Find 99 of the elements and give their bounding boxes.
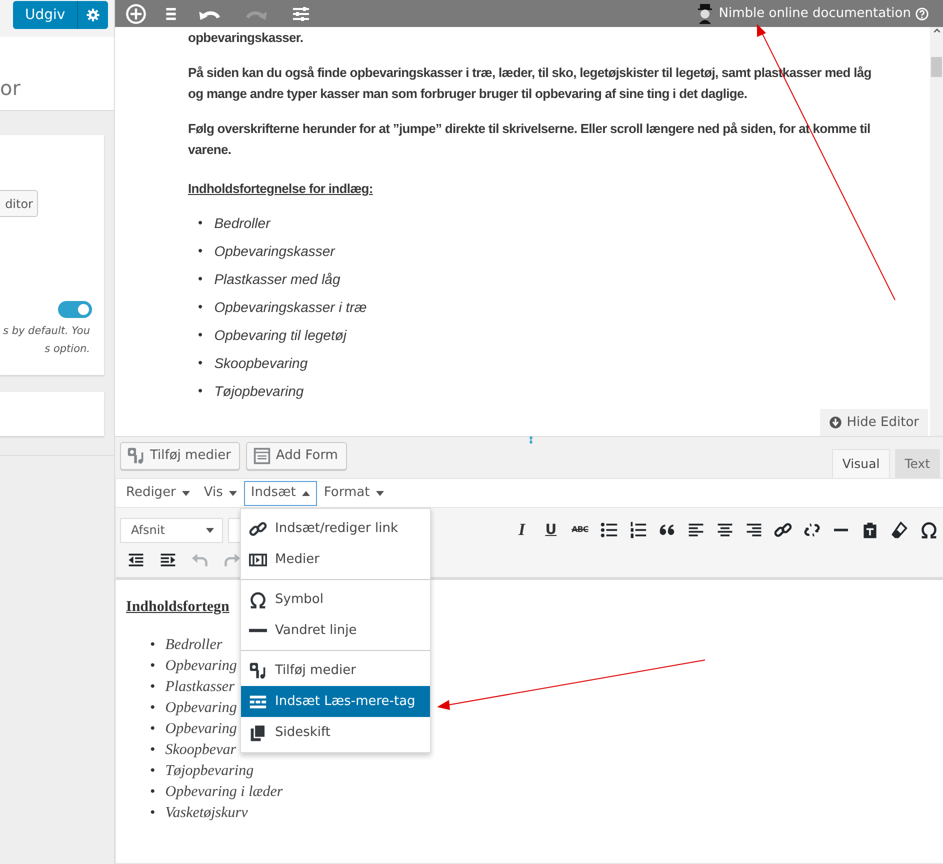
link[interactable]: Opbevaring til legetøj — [214, 321, 346, 349]
bullet: • — [150, 656, 156, 676]
list-icon[interactable] — [163, 6, 179, 22]
menu-item[interactable]: Sideskift — [241, 717, 430, 748]
link[interactable]: Tøjopbevaring — [214, 377, 304, 405]
align-left-icon — [687, 521, 706, 539]
settings-button[interactable] — [78, 1, 108, 29]
media-button[interactable]: Add Form — [246, 442, 347, 470]
link[interactable]: Plastkasser — [165, 676, 234, 698]
link[interactable]: Opbevaring — [165, 656, 237, 676]
indent-icon — [159, 551, 177, 569]
caret-icon — [182, 490, 190, 496]
bullet: • — [198, 270, 202, 288]
link[interactable]: Opbevaring — [165, 718, 237, 740]
menu-item[interactable]: Medier — [241, 544, 430, 575]
redo-icon — [223, 551, 241, 569]
bullet: • — [150, 678, 156, 696]
underline-button[interactable]: U — [536, 515, 566, 545]
clipboard-icon — [861, 521, 880, 539]
pages-icon — [249, 724, 267, 742]
scrollbar[interactable] — [930, 27, 943, 436]
hide-editor-button[interactable]: Hide Editor — [820, 409, 928, 436]
bullet: • — [198, 354, 202, 372]
paragraph: Følg overskrifterne herunder for at ”jumpe” direkte til skrivelserne. Eller scroll længere ned på siden, for at komme til varene. — [188, 120, 872, 159]
italic-button[interactable]: I — [507, 515, 536, 545]
bullet: • — [150, 740, 156, 760]
format-select[interactable]: Afsnit — [120, 518, 223, 542]
media-icon — [249, 662, 267, 680]
select-value: Afsnit — [131, 522, 165, 539]
scroll-thumb[interactable] — [931, 57, 942, 77]
editor-tab[interactable]: Text — [894, 449, 940, 478]
link[interactable]: Bedroller — [214, 209, 270, 237]
menu-item[interactable]: Vandret linje — [241, 615, 430, 646]
link[interactable]: Opbevaringskasser — [214, 237, 335, 265]
menu-button[interactable]: Indsæt — [244, 480, 317, 506]
section-heading: Indholdsfortegnelse for indlæg: — [188, 180, 374, 198]
link-icon — [249, 520, 267, 538]
link-icon — [774, 521, 792, 539]
eraser-icon — [890, 521, 908, 539]
section-heading: Indholdsfortegn — [126, 598, 230, 617]
form-icon — [252, 447, 271, 465]
link[interactable]: Opbevaringskasser i træ — [214, 293, 367, 321]
link[interactable]: Skoopbevaring — [214, 349, 308, 377]
bullet: • — [198, 382, 202, 400]
menu-item[interactable]: Symbol — [241, 584, 430, 615]
publish-button[interactable]: Udgiv — [13, 1, 78, 29]
caret-icon — [228, 490, 237, 496]
menu-button[interactable]: Vis — [196, 480, 244, 506]
panel-title: or — [0, 76, 20, 100]
caret-icon — [302, 490, 310, 496]
bullet: • — [150, 720, 156, 738]
bullet-list-icon — [600, 521, 618, 539]
bullet: • — [198, 242, 202, 260]
media-icon — [127, 447, 145, 465]
link[interactable]: Opbevaring — [165, 698, 237, 718]
link[interactable]: Skoopbevar — [165, 740, 236, 760]
omega-icon — [249, 590, 267, 608]
numbered-list-icon — [629, 521, 648, 539]
omega-icon — [920, 521, 938, 539]
bullet: • — [198, 326, 202, 344]
media-button[interactable]: Tilføj medier — [120, 442, 240, 470]
link[interactable]: Plastkasser med låg — [214, 265, 340, 293]
menu-button[interactable]: Format — [316, 480, 391, 506]
bullet: • — [150, 636, 156, 654]
toggle-switch[interactable] — [58, 301, 92, 318]
menu-item[interactable]: Tilføj medier — [241, 655, 430, 686]
editor-button[interactable]: ditor — [0, 190, 38, 217]
bullet: • — [150, 782, 156, 802]
menu-button[interactable]: Rediger — [119, 480, 197, 506]
help-icon[interactable] — [915, 6, 929, 20]
arrow-down-circle-icon — [828, 416, 842, 429]
bullet: • — [150, 804, 156, 822]
bullet: • — [150, 762, 156, 780]
settings-icon — [86, 8, 100, 22]
align-center-icon — [716, 521, 734, 539]
scroll-up-icon[interactable] — [932, 27, 940, 35]
bullet: • — [198, 214, 202, 232]
link[interactable]: Tøjopbevaring — [165, 760, 254, 782]
strike-button[interactable]: ABC — [565, 515, 594, 545]
unlink-icon — [803, 521, 822, 539]
help-link[interactable]: Nimble online documentation — [718, 4, 911, 24]
caret-icon — [206, 528, 214, 532]
bullet: • — [198, 298, 202, 316]
align-right-icon — [745, 521, 764, 539]
read-more-icon — [249, 692, 267, 710]
editor-tab[interactable]: Visual — [832, 449, 890, 478]
bullet: • — [150, 698, 156, 718]
film-icon — [249, 550, 267, 568]
undo-icon — [191, 551, 209, 569]
menu-item[interactable]: Indsæt/rediger link — [241, 513, 430, 544]
add-icon[interactable] — [125, 2, 147, 24]
paragraph: opbevaringskasser. — [188, 29, 304, 47]
link[interactable]: Opbevaring i læder — [165, 782, 283, 802]
menu-item[interactable]: Indsæt Læs-mere-tag — [241, 686, 430, 717]
help-text: s by default. You s option. — [2, 324, 91, 357]
link[interactable]: Vasketøjskurv — [165, 802, 248, 824]
outdent-icon — [127, 551, 145, 569]
caret-icon — [376, 490, 384, 496]
link[interactable]: Bedroller — [165, 634, 222, 656]
